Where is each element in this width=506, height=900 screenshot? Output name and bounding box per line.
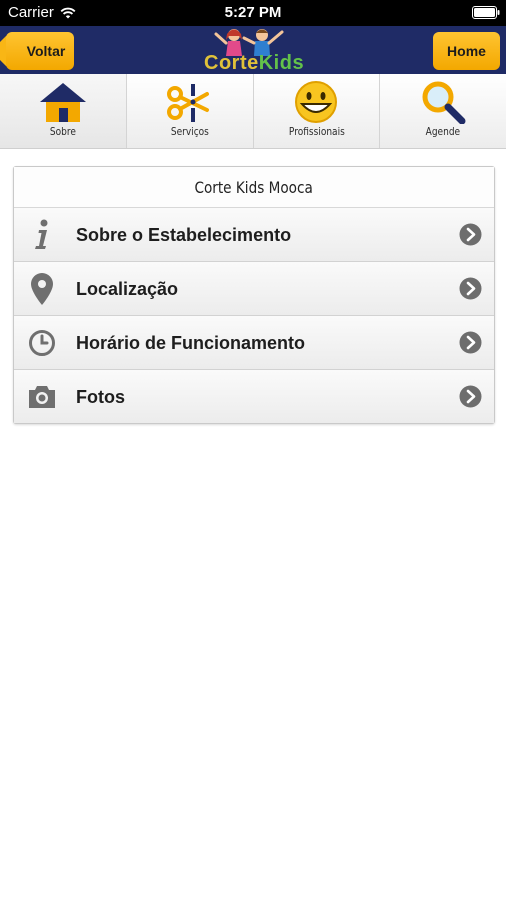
list-item-label: Horário de Funcionamento	[76, 333, 306, 353]
magnifier-icon	[422, 81, 466, 124]
chevron-right-icon	[459, 331, 482, 354]
list-item-localizacao[interactable]: Localização	[14, 262, 494, 316]
battery-icon	[472, 6, 500, 19]
navigation-bar: Voltar CorteKids Home	[0, 26, 506, 74]
tab-servicos-label: Serviços	[170, 125, 209, 138]
chevron-right-icon	[459, 277, 482, 300]
back-button-label: Voltar	[26, 43, 66, 59]
chevron-right-icon	[459, 385, 482, 408]
tab-agende[interactable]: Agende	[380, 74, 506, 148]
tab-bar: Sobre Serviços Profissionais Agende	[0, 74, 506, 149]
status-bar: Carrier 5:27 PM	[0, 0, 506, 26]
tab-profissionais-label: Profissionais	[288, 125, 345, 138]
list-item-horario[interactable]: Horário de Funcionamento	[14, 316, 494, 370]
home-button-label: Home	[447, 43, 486, 59]
home-button[interactable]: Home	[433, 32, 500, 70]
list-item-fotos[interactable]: Fotos	[14, 370, 494, 423]
tab-agende-label: Agende	[425, 125, 461, 138]
app-logo: CorteKids	[200, 26, 310, 74]
tab-profissionais[interactable]: Profissionais	[253, 74, 381, 148]
house-icon	[39, 83, 86, 122]
establishment-card: Corte Kids Mooca Sobre o Estabelecimento…	[13, 166, 495, 424]
smiley-icon	[295, 81, 338, 123]
tab-servicos[interactable]: Serviços	[126, 74, 254, 148]
list-item-label: Localização	[76, 279, 179, 299]
logo-text: CorteKids	[204, 52, 304, 75]
back-button[interactable]: Voltar	[6, 32, 74, 70]
location-pin-icon	[31, 273, 53, 305]
battery-indicator	[472, 6, 500, 23]
tab-sobre-label: Sobre	[49, 125, 76, 138]
chevron-right-icon	[459, 223, 482, 246]
clock-icon	[29, 330, 55, 356]
list-item-label: Fotos	[76, 387, 125, 407]
card-title: Corte Kids Mooca	[14, 167, 494, 208]
list-item-label: Sobre o Estabelecimento	[76, 225, 292, 245]
card-title-text: Corte Kids Mooca	[194, 177, 314, 197]
camera-icon	[29, 386, 55, 408]
list-item-sobre-estabelecimento[interactable]: Sobre o Estabelecimento	[14, 208, 494, 262]
scissors-icon	[166, 84, 209, 122]
tab-sobre[interactable]: Sobre	[0, 74, 127, 148]
logo-text-kids: Kids	[258, 52, 305, 74]
info-icon	[35, 219, 48, 249]
status-time: 5:27 PM	[224, 4, 282, 21]
logo-text-corte: Corte	[204, 52, 259, 74]
